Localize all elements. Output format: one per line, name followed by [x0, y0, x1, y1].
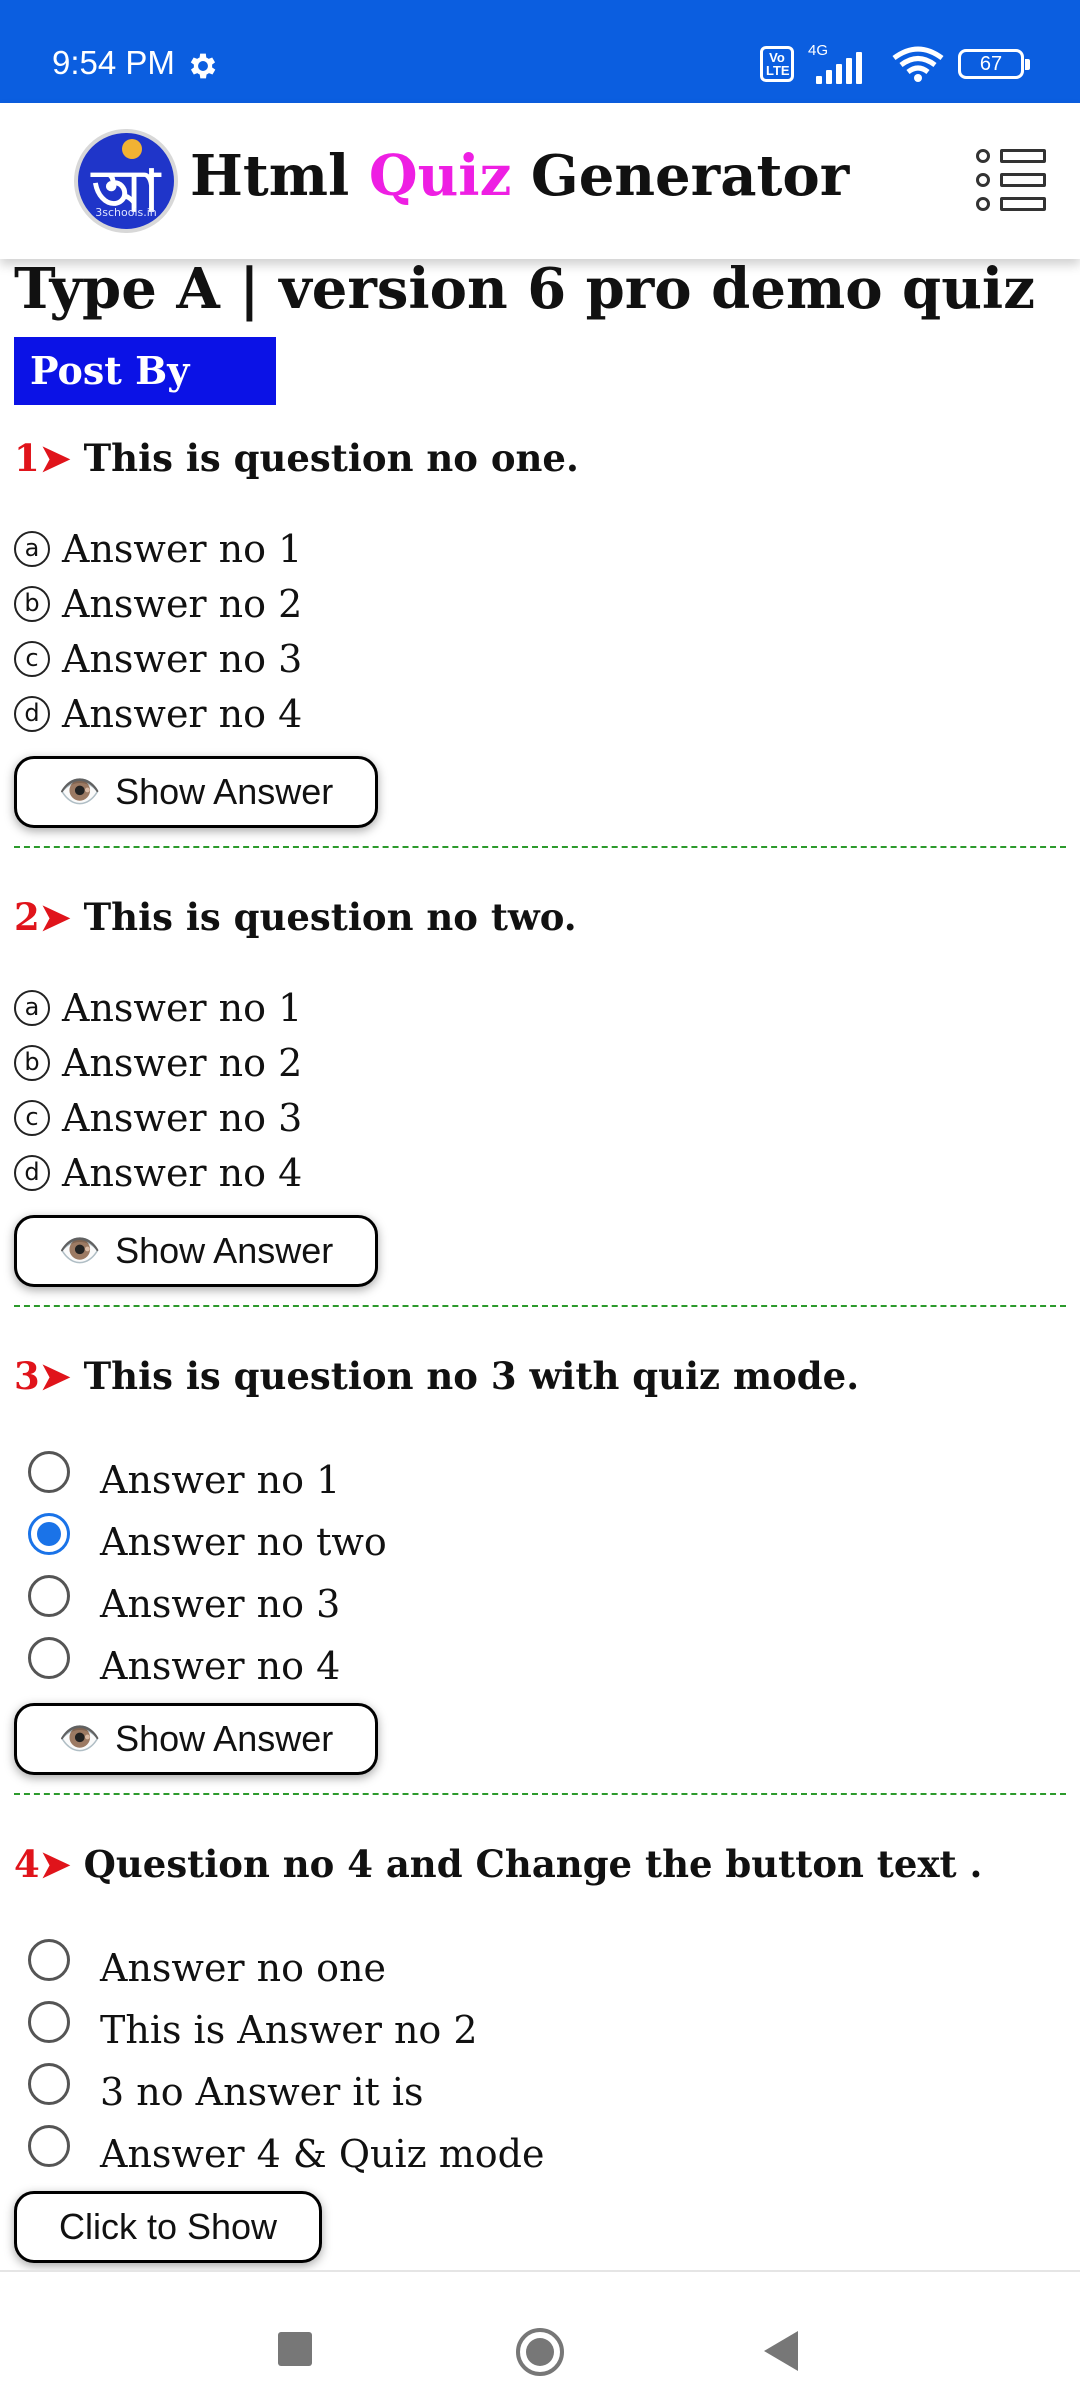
option-label: Answer no 4: [62, 692, 303, 736]
option-label: Answer no 3: [100, 1582, 341, 1626]
radio-button[interactable]: [28, 2063, 70, 2105]
question-number: 1➤: [14, 436, 84, 480]
circled-letter-icon: a: [14, 531, 50, 567]
option-label: This is Answer no 2: [100, 2008, 478, 2052]
site-title-part3: Generator: [511, 143, 850, 209]
option-label: Answer no 1: [62, 986, 303, 1030]
radio-option-4-1[interactable]: Answer no one: [28, 1938, 386, 1990]
radio-option-3-1[interactable]: Answer no 1: [28, 1450, 340, 1502]
home-icon[interactable]: [516, 2328, 564, 2376]
option-2b: b Answer no 2: [14, 1041, 302, 1085]
radio-option-4-2[interactable]: This is Answer no 2: [28, 2000, 478, 2052]
status-bar: 9:54 PM Vo LTE 4G 67: [0, 0, 1080, 103]
question-2: 2➤ This is question no two.: [14, 895, 577, 939]
option-label: Answer no 4: [100, 1644, 341, 1688]
question-4: 4➤ Question no 4 and Change the button t…: [14, 1842, 982, 1886]
option-label: Answer no 4: [62, 1151, 303, 1195]
question-text: This is question no one.: [83, 436, 579, 480]
circled-letter-icon: d: [14, 1155, 50, 1191]
eye-icon: 👁️: [58, 773, 102, 811]
show-answer-button-1[interactable]: 👁️ Show Answer: [14, 756, 378, 828]
circled-letter-icon: a: [14, 990, 50, 1026]
question-number: 2➤: [14, 895, 84, 939]
button-label: Show Answer: [115, 1230, 334, 1271]
battery-icon: 67: [958, 49, 1030, 79]
divider: [14, 846, 1066, 848]
radio-button[interactable]: [28, 1637, 70, 1679]
question-3: 3➤ This is question no 3 with quiz mode.: [14, 1354, 859, 1398]
circled-letter-icon: b: [14, 1045, 50, 1081]
option-2c: c Answer no 3: [14, 1096, 302, 1140]
option-label: Answer no 3: [62, 637, 303, 681]
question-1: 1➤ This is question no one.: [14, 436, 579, 480]
site-title[interactable]: Html Quiz Generator: [190, 143, 849, 209]
circled-letter-icon: c: [14, 1100, 50, 1136]
app-header: আ 3schools.in Html Quiz Generator: [0, 103, 1080, 259]
option-label: Answer no 2: [62, 1041, 303, 1085]
option-1a: a Answer no 1: [14, 527, 302, 571]
post-title: Type A | version 6 pro demo quiz: [14, 256, 1035, 322]
status-time: 9:54 PM: [52, 44, 175, 81]
logo-text: 3schools.in: [95, 206, 157, 219]
radio-option-3-2[interactable]: Answer no two: [28, 1512, 387, 1564]
eye-icon: 👁️: [58, 1232, 102, 1270]
option-1b: b Answer no 2: [14, 582, 302, 626]
cellular-signal-icon: 4G: [808, 42, 878, 84]
option-2a: a Answer no 1: [14, 986, 302, 1030]
option-label: Answer no one: [100, 1946, 386, 1990]
option-label: Answer no 1: [62, 527, 303, 571]
option-label: 3 no Answer it is: [100, 2070, 424, 2114]
radio-option-4-3[interactable]: 3 no Answer it is: [28, 2062, 424, 2114]
radio-button[interactable]: [28, 2001, 70, 2043]
radio-option-3-4[interactable]: Answer no 4: [28, 1636, 340, 1688]
question-number: 3➤: [14, 1354, 84, 1398]
site-logo[interactable]: আ 3schools.in: [74, 129, 178, 233]
question-text: This is question no two.: [83, 895, 577, 939]
circled-letter-icon: d: [14, 696, 50, 732]
click-to-show-button[interactable]: Click to Show: [14, 2191, 322, 2263]
circled-letter-icon: b: [14, 586, 50, 622]
status-indicators: Vo LTE 4G 67: [760, 42, 1030, 84]
radio-button[interactable]: [28, 1575, 70, 1617]
site-title-accent: Quiz: [368, 143, 512, 209]
recent-apps-icon[interactable]: [278, 2332, 312, 2366]
wifi-icon: [892, 46, 944, 82]
gear-icon: [190, 53, 216, 79]
divider: [14, 1793, 1066, 1795]
show-answer-button-3[interactable]: 👁️ Show Answer: [14, 1703, 378, 1775]
button-label: Click to Show: [58, 2206, 278, 2247]
option-2d: d Answer no 4: [14, 1151, 302, 1195]
option-label: Answer 4 & Quiz mode: [100, 2132, 545, 2176]
option-1d: d Answer no 4: [14, 692, 302, 736]
question-text: Question no 4 and Change the button text…: [83, 1842, 983, 1886]
option-label: Answer no 3: [62, 1096, 303, 1140]
question-text: This is question no 3 with quiz mode.: [83, 1354, 860, 1398]
list-menu-icon: [976, 149, 1046, 163]
divider: [14, 1305, 1066, 1307]
radio-button[interactable]: [28, 1451, 70, 1493]
back-icon[interactable]: [764, 2331, 798, 2371]
option-1c: c Answer no 3: [14, 637, 302, 681]
radio-option-4-4[interactable]: Answer 4 & Quiz mode: [28, 2124, 544, 2176]
post-author-badge[interactable]: Post By Apu: [14, 337, 276, 461]
option-label: Answer no 2: [62, 582, 303, 626]
radio-option-3-3[interactable]: Answer no 3: [28, 1574, 340, 1626]
circled-letter-icon: c: [14, 641, 50, 677]
radio-button[interactable]: [28, 1939, 70, 1981]
question-number: 4➤: [14, 1842, 84, 1886]
button-label: Show Answer: [115, 771, 334, 812]
menu-button[interactable]: [976, 149, 1046, 211]
navigation-bar: [0, 2270, 1080, 2400]
radio-button[interactable]: [28, 2125, 70, 2167]
volte-icon: Vo LTE: [760, 46, 794, 82]
button-label: Show Answer: [115, 1718, 334, 1759]
site-title-part1: Html: [190, 143, 369, 209]
radio-button-selected[interactable]: [28, 1513, 70, 1555]
eye-icon: 👁️: [58, 1720, 102, 1758]
option-label: Answer no 1: [100, 1458, 341, 1502]
show-answer-button-2[interactable]: 👁️ Show Answer: [14, 1215, 378, 1287]
logo-glyph: আ: [92, 157, 160, 225]
option-label: Answer no two: [100, 1520, 387, 1564]
